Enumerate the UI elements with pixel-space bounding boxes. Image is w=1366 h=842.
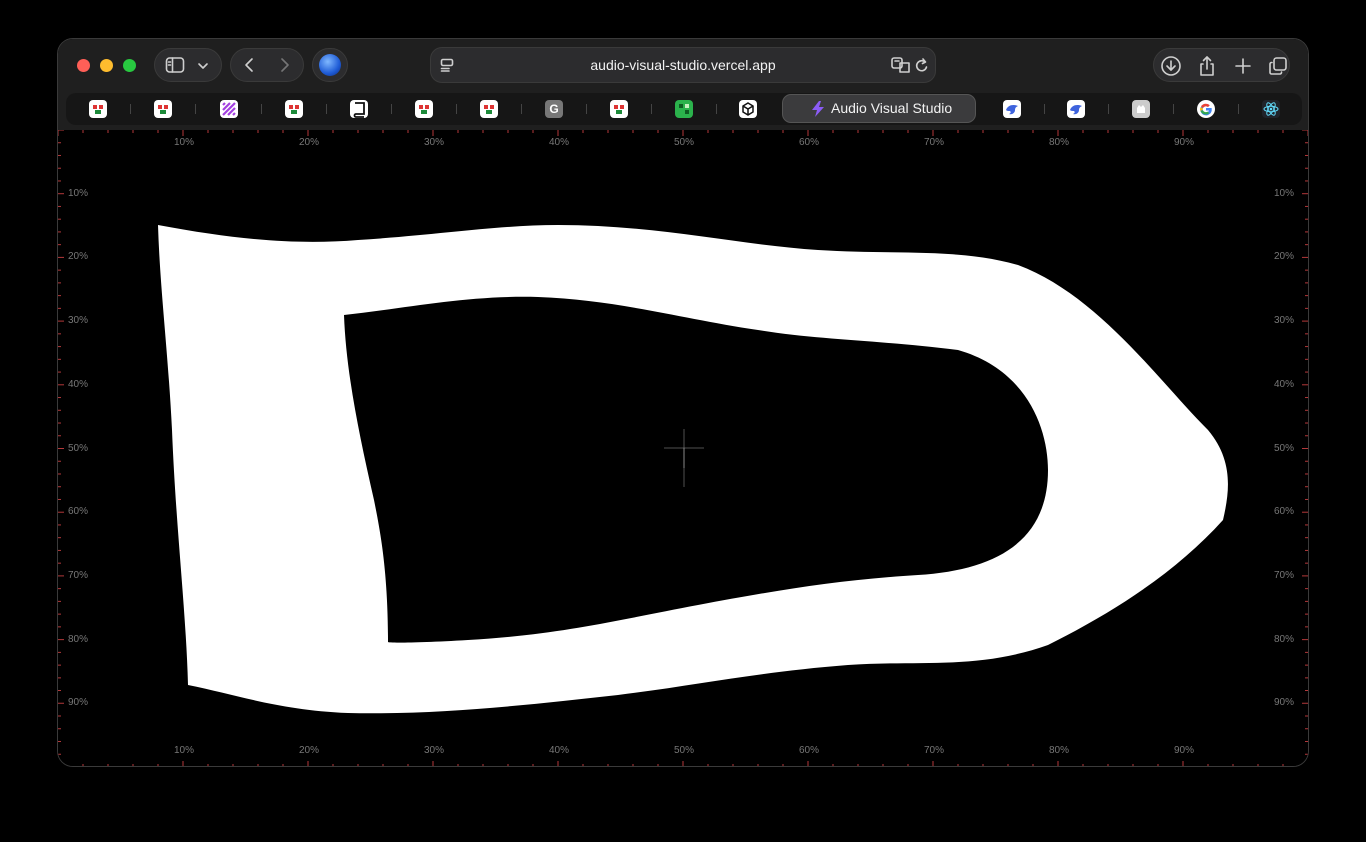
- share-icon[interactable]: [1198, 55, 1216, 82]
- favorites-tab-bar: G Audio Visual Studio: [66, 93, 1302, 125]
- ruler-label-top: 20%: [299, 137, 320, 148]
- tab-5-book-favicon-icon[interactable]: [350, 100, 368, 118]
- ruler-label-left: 90%: [68, 697, 89, 709]
- ruler-label-right: 20%: [1274, 251, 1295, 263]
- ruler-label-top: 30%: [424, 137, 445, 148]
- ruler-label-left: 50%: [68, 442, 89, 454]
- tab-2-red-green-favicon-icon[interactable]: [154, 100, 172, 118]
- ruler-label-bottom: 10%: [174, 745, 195, 756]
- ruler-label-bottom: 90%: [1174, 745, 1195, 756]
- tab-10-green-pixel-favicon-icon[interactable]: [675, 100, 693, 118]
- chevron-down-icon[interactable]: [197, 59, 209, 77]
- url-text: audio-visual-studio.vercel.app: [590, 57, 776, 73]
- ruler-label-bottom: 30%: [424, 745, 445, 756]
- tab-15-google-favicon-icon[interactable]: [1197, 100, 1215, 118]
- ruler-label-top: 80%: [1049, 137, 1070, 148]
- ruler-label-left: 10%: [68, 187, 89, 199]
- ruler-label-left: 60%: [68, 506, 89, 518]
- ruler-label-left: 70%: [68, 569, 89, 581]
- sidebar-toggle-group: [154, 48, 222, 82]
- ruler-label-left: 30%: [68, 315, 89, 327]
- ruler-label-right: 80%: [1274, 633, 1295, 645]
- ruler-label-right: 90%: [1274, 697, 1295, 709]
- tab-7-red-green-favicon-icon[interactable]: [480, 100, 498, 118]
- ruler-label-bottom: 40%: [549, 745, 570, 756]
- ruler-label-right: 60%: [1274, 506, 1295, 518]
- center-crosshair-icon: [664, 429, 704, 487]
- downloads-icon[interactable]: [1160, 55, 1182, 82]
- tab-1-red-green-favicon-icon[interactable]: [89, 100, 107, 118]
- ruler-label-top: 50%: [674, 137, 695, 148]
- tab-16-react-favicon-icon[interactable]: [1262, 100, 1280, 118]
- translate-icon[interactable]: [891, 57, 911, 78]
- morphing-shape: [158, 225, 1228, 714]
- tab-4-red-green-favicon-icon[interactable]: [285, 100, 303, 118]
- navigation-group: [230, 48, 304, 82]
- sidebar-icon[interactable]: [165, 56, 185, 79]
- ruler-label-left: 20%: [68, 251, 89, 263]
- ruler-label-bottom: 20%: [299, 745, 320, 756]
- extension-button[interactable]: [312, 48, 348, 82]
- ruler-label-right: 30%: [1274, 315, 1295, 327]
- ruler-label-top: 70%: [924, 137, 945, 148]
- close-window-button[interactable]: [77, 59, 90, 72]
- address-bar[interactable]: audio-visual-studio.vercel.app: [430, 47, 936, 83]
- ruler-label-top: 10%: [174, 137, 195, 148]
- browser-window: audio-visual-studio.vercel.app G Audio V…: [57, 38, 1309, 767]
- ruler-label-right: 70%: [1274, 569, 1295, 581]
- tab-12-bird-favicon-icon[interactable]: [1003, 100, 1021, 118]
- canvas-area[interactable]: 10% 10% 10% 10% 20% 20% 20% 20% 30% 30% 30% 30% 40% 4…: [58, 130, 1308, 766]
- minimize-window-button[interactable]: [100, 59, 113, 72]
- tab-8-g-letter-favicon-icon[interactable]: G: [545, 100, 563, 118]
- tab-overview-icon[interactable]: [1268, 56, 1288, 81]
- canvas-svg: [58, 130, 1308, 766]
- ruler-label-bottom: 70%: [924, 745, 945, 756]
- ruler-label-top: 90%: [1174, 137, 1195, 148]
- lightning-bolt-icon: [812, 101, 824, 117]
- ruler-label-bottom: 60%: [799, 745, 820, 756]
- active-tab-label: Audio Visual Studio: [831, 100, 953, 116]
- reload-icon[interactable]: [915, 58, 929, 79]
- ruler-label-bottom: 50%: [674, 745, 695, 756]
- extension-globe-icon: [319, 54, 341, 76]
- ruler-label-left: 40%: [68, 378, 89, 390]
- tab-13-bird-favicon-icon[interactable]: [1067, 100, 1085, 118]
- tab-9-red-green-favicon-icon[interactable]: [610, 100, 628, 118]
- ruler-label-right: 10%: [1274, 187, 1295, 199]
- active-tab-audio-visual-studio[interactable]: Audio Visual Studio: [782, 94, 976, 123]
- tab-6-red-green-favicon-icon[interactable]: [415, 100, 433, 118]
- forward-button[interactable]: [279, 57, 291, 78]
- maximize-window-button[interactable]: [123, 59, 136, 72]
- tab-14-github-favicon-icon[interactable]: [1132, 100, 1150, 118]
- ruler-label-right: 50%: [1274, 442, 1295, 454]
- toolbar-actions-group: [1153, 48, 1290, 82]
- tab-3-purple-stripes-favicon-icon[interactable]: [220, 100, 238, 118]
- new-tab-icon[interactable]: [1234, 57, 1252, 80]
- ruler-label-left: 80%: [68, 633, 89, 645]
- ruler-label-bottom: 80%: [1049, 745, 1070, 756]
- tab-11-cube-favicon-icon[interactable]: [739, 100, 757, 118]
- back-button[interactable]: [243, 57, 255, 78]
- ruler-label-right: 40%: [1274, 378, 1295, 390]
- browser-toolbar: audio-visual-studio.vercel.app G Audio V…: [58, 39, 1308, 131]
- ruler-label-top: 40%: [549, 137, 570, 148]
- ruler-label-top: 60%: [799, 137, 820, 148]
